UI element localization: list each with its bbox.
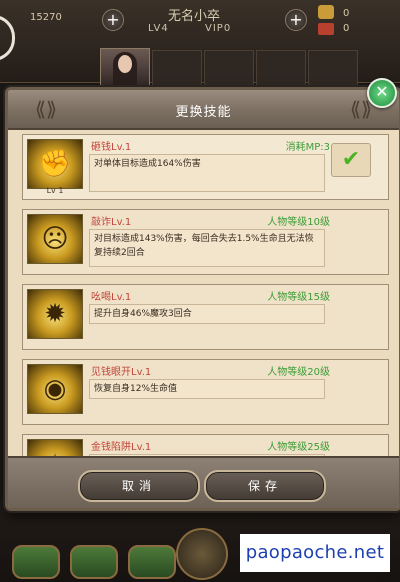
skill-description: 对目标造成143%伤害，每回合失去1.5%生命且无法恢复持续2回合: [89, 229, 325, 267]
treasure-chest-icon[interactable]: [318, 5, 334, 19]
center-action-button[interactable]: [176, 528, 228, 580]
coin-count: 15270: [30, 12, 62, 23]
skill-name: 敲诈Lv.1: [91, 217, 132, 228]
skill-requirement: 人物等级25级: [267, 442, 330, 453]
bottom-menu-button-2[interactable]: [70, 545, 118, 579]
skill-description: 对单体目标造成164%伤害: [89, 154, 325, 192]
checkmark-icon: ✔: [341, 147, 361, 172]
site-watermark: paopaoche.net: [240, 534, 390, 572]
top-status-bar: 15270 + 无名小卒 LV4 VIP0 + 0 0: [0, 0, 400, 92]
skill-list[interactable]: ✊ Lv 1 砸钱Lv.1 消耗MP:3 对单体目标造成164%伤害 ✔ ☹ 敲…: [22, 134, 389, 456]
cancel-button[interactable]: 取消: [78, 470, 200, 502]
hero-slot-4[interactable]: [256, 50, 306, 90]
eye-icon: ◉: [27, 364, 83, 414]
skill-requirement: 人物等级15级: [267, 292, 330, 303]
skill-row[interactable]: ☹ 敲诈Lv.1 人物等级10级 对目标造成143%伤害，每回合失去1.5%生命…: [22, 209, 389, 275]
skill-row[interactable]: ✊ Lv 1 砸钱Lv.1 消耗MP:3 对单体目标造成164%伤害 ✔: [22, 134, 389, 200]
skill-requirement: 人物等级20级: [267, 367, 330, 378]
portrait-face: [118, 55, 132, 73]
dialog-footer: 取消 保存: [8, 456, 399, 508]
bottom-menu-button-3[interactable]: [128, 545, 176, 579]
gift-icon[interactable]: [318, 23, 334, 35]
skill-name: 金钱陷阱Lv.1: [91, 442, 152, 453]
skill-requirement: 人物等级10级: [267, 217, 330, 228]
skill-description: 提升自身46%魔攻3回合: [89, 304, 325, 324]
hero-slot-3[interactable]: [204, 50, 254, 90]
skill-icon-level: Lv 1: [46, 186, 64, 195]
dialog-header: ⟪⟫ ⟪⟫ 更换技能: [8, 90, 399, 130]
skill-name: 吆喝Lv.1: [91, 292, 132, 303]
angry-face-icon: ☹: [27, 214, 83, 264]
skill-row[interactable]: ✹ 吆喝Lv.1 人物等级15级 提升自身46%魔攻3回合: [22, 284, 389, 350]
skill-name: 砸钱Lv.1: [91, 142, 132, 153]
vip-level: VIP0: [205, 23, 232, 34]
skill-row[interactable]: ◉ 见钱眼开Lv.1 人物等级20级 恢复自身12%生命值: [22, 359, 389, 425]
chest-count: 0: [343, 8, 350, 19]
bottom-menu-button-1[interactable]: [12, 545, 60, 579]
skill-requirement: 消耗MP:3: [285, 142, 330, 153]
hero-slot-5[interactable]: [308, 50, 358, 90]
skill-name: 见钱眼开Lv.1: [91, 367, 152, 378]
player-level: LV4: [148, 23, 169, 34]
skill-row[interactable]: ✦ 金钱陷阱Lv.1 人物等级25级: [22, 434, 389, 456]
player-name: 无名小卒: [168, 9, 221, 24]
skill-description: 恢复自身12%生命值: [89, 379, 325, 399]
gift-count: 0: [343, 23, 350, 34]
shout-icon: ✹: [27, 289, 83, 339]
menu-badge-icon[interactable]: [0, 15, 15, 61]
trap-icon: ✦: [27, 439, 83, 456]
add-gold-button[interactable]: +: [285, 9, 307, 31]
dialog-title: 更换技能: [175, 105, 232, 120]
close-dialog-button[interactable]: ✕: [367, 78, 397, 108]
hero-portrait[interactable]: [100, 48, 150, 92]
add-coins-button[interactable]: +: [102, 9, 124, 31]
save-button[interactable]: 保存: [204, 470, 326, 502]
hero-slot-2[interactable]: [152, 50, 202, 90]
select-skill-checkbox[interactable]: ✔: [331, 143, 371, 177]
hammer-icon: ✊: [27, 139, 83, 189]
change-skill-dialog: ⟪⟫ ⟪⟫ 更换技能 ✊ Lv 1 砸钱Lv.1 消耗MP:3 对单体目标造成1…: [5, 87, 400, 511]
